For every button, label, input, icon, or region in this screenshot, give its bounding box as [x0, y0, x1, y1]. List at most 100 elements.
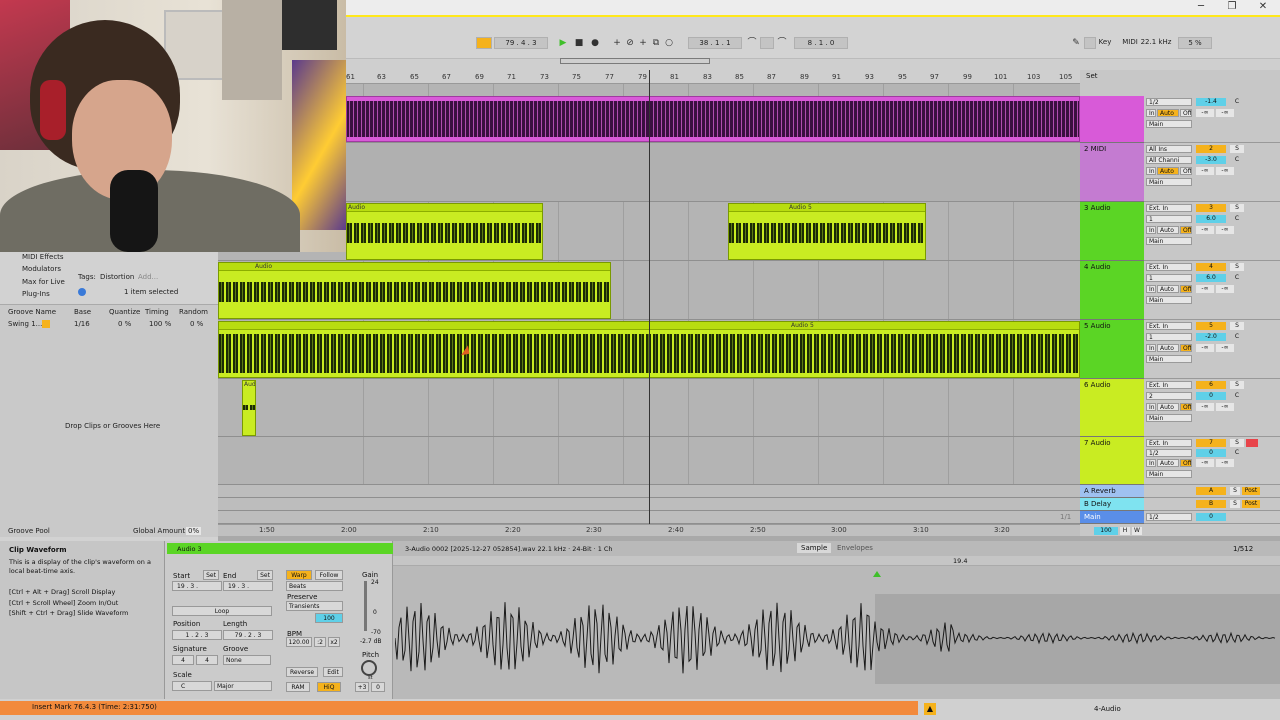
pan-field[interactable]: C — [1230, 392, 1244, 400]
gain-slider[interactable] — [364, 581, 367, 631]
bpm-field[interactable]: 120.00 — [286, 637, 312, 647]
send-b[interactable]: -∞ — [1216, 167, 1234, 175]
reverse-button[interactable]: Reverse — [286, 667, 318, 677]
monitor-auto[interactable]: Auto — [1157, 226, 1179, 234]
groove-base[interactable]: 1/16 — [74, 320, 90, 328]
track-zoom[interactable]: 100 — [1094, 527, 1118, 535]
midi-map-label[interactable]: MIDI — [1120, 37, 1140, 49]
volume-field[interactable]: -3.0 — [1196, 156, 1226, 164]
return-header[interactable]: A Reverb — [1080, 485, 1144, 498]
tab-sample[interactable]: Sample — [797, 543, 832, 553]
monitor-off[interactable]: Off — [1180, 403, 1192, 411]
monitor-auto[interactable]: Auto — [1157, 344, 1179, 352]
global-amount[interactable]: 0% — [186, 527, 202, 535]
height-button[interactable]: H — [1120, 527, 1130, 535]
warp-button[interactable]: Warp — [286, 570, 312, 580]
output-select[interactable]: Main — [1146, 120, 1192, 128]
solo-button[interactable]: S — [1230, 322, 1244, 330]
signature-numerator[interactable]: 4 — [172, 655, 194, 665]
pitch-fine[interactable]: 0 — [371, 682, 385, 692]
preserve-select[interactable]: Transients — [286, 601, 343, 611]
track-activator[interactable]: 3 — [1196, 204, 1226, 212]
loop-button[interactable]: Loop — [172, 606, 272, 616]
input-select[interactable]: Ext. In — [1146, 322, 1192, 330]
track-activator[interactable]: 7 — [1196, 439, 1226, 447]
clip-title-bar[interactable]: Audio 3 — [167, 543, 393, 554]
tag-distortion[interactable]: Distortion — [100, 273, 134, 281]
overdub-icon[interactable]: + — [611, 37, 623, 49]
audio-clip[interactable] — [346, 96, 1080, 142]
monitor-in[interactable]: In — [1146, 109, 1156, 117]
volume-field[interactable]: 0 — [1196, 449, 1226, 457]
groove-random[interactable]: 0 % — [190, 320, 203, 328]
capture-icon[interactable]: + — [637, 37, 649, 49]
pan-field[interactable]: C — [1230, 215, 1244, 223]
return-header[interactable]: B Delay — [1080, 498, 1144, 511]
audio-clip[interactable]: Audio — [218, 262, 611, 319]
track-header[interactable]: 5 Audio — [1080, 320, 1144, 379]
browser-item-plug-ins[interactable]: Plug-Ins — [22, 290, 50, 298]
channel-select[interactable]: 1 — [1146, 333, 1192, 341]
tag-add[interactable]: Add... — [138, 273, 158, 281]
transient-envelope[interactable]: 100 — [315, 613, 343, 623]
scale-root-select[interactable]: C — [172, 681, 212, 691]
send-a[interactable]: -∞ — [1196, 109, 1214, 117]
overview-viewport[interactable] — [560, 58, 710, 64]
arrangement-overview[interactable] — [346, 58, 1280, 70]
output-select[interactable]: Main — [1146, 355, 1192, 363]
position-field[interactable]: 1 . 2 . 3 — [172, 630, 222, 640]
send-b[interactable]: -∞ — [1216, 403, 1234, 411]
monitor-in[interactable]: In — [1146, 403, 1156, 411]
channel-select[interactable]: 1 — [1146, 274, 1192, 282]
send-a[interactable]: -∞ — [1196, 403, 1214, 411]
start-set-button[interactable]: Set — [203, 570, 219, 580]
beat-ruler[interactable]: 61 63 65 67 69 71 73 75 77 79 81 83 85 8… — [346, 70, 1080, 84]
stop-icon[interactable]: ■ — [573, 37, 585, 49]
arrangement-position[interactable]: 79 . 4 . 3 — [494, 37, 548, 49]
scale-mode-select[interactable]: Major — [214, 681, 272, 691]
monitor-off[interactable]: Off — [1180, 226, 1192, 234]
post-button[interactable]: Post — [1242, 487, 1260, 495]
key-map-icon[interactable] — [1084, 37, 1096, 49]
punch-out-icon[interactable]: ⌒ — [776, 37, 788, 49]
monitor-auto[interactable]: Auto — [1157, 285, 1179, 293]
punch-in-icon[interactable]: ⌒ — [746, 37, 758, 49]
track-activator[interactable]: 6 — [1196, 381, 1226, 389]
arm-button[interactable] — [1246, 439, 1258, 447]
input-select[interactable]: Ext. In — [1146, 263, 1192, 271]
send-a[interactable]: -∞ — [1196, 344, 1214, 352]
send-b[interactable]: -∞ — [1216, 344, 1234, 352]
solo-button[interactable]: S — [1230, 204, 1244, 212]
track-header[interactable]: 3 Audio — [1080, 202, 1144, 261]
solo-button[interactable]: S — [1230, 439, 1244, 447]
tab-envelopes[interactable]: Envelopes — [837, 544, 873, 552]
volume-field[interactable]: 0 — [1196, 392, 1226, 400]
loop-toggle[interactable] — [760, 37, 774, 49]
key-map-label[interactable]: Key — [1096, 37, 1114, 49]
monitor-off[interactable]: Off — [1180, 285, 1192, 293]
post-button[interactable]: Post — [1242, 500, 1260, 508]
send-a[interactable]: -∞ — [1196, 167, 1214, 175]
browser-item-max-for-live[interactable]: Max for Live — [22, 278, 65, 286]
pan-field[interactable]: C — [1230, 333, 1244, 341]
main-header[interactable]: Main — [1080, 511, 1144, 524]
monitor-in[interactable]: In — [1146, 459, 1156, 467]
time-ruler[interactable]: 1:50 2:00 2:10 2:20 2:30 2:40 2:50 3:00 … — [218, 524, 1080, 536]
send-b[interactable]: -∞ — [1216, 285, 1234, 293]
input-select[interactable]: Ext. In — [1146, 439, 1192, 447]
pan-field[interactable]: C — [1230, 156, 1244, 164]
overview-toggle-icon[interactable]: ▲ — [924, 703, 936, 715]
automation-arm-icon[interactable]: ⊘ — [624, 37, 636, 49]
draw-mode-icon[interactable]: ✎ — [1070, 37, 1082, 49]
record-icon[interactable]: ● — [589, 37, 601, 49]
browser-item-midi-effects[interactable]: MIDI Effects — [22, 253, 64, 261]
groove-hot-swap[interactable] — [42, 320, 50, 328]
monitor-off[interactable]: Off — [1180, 109, 1192, 117]
track-header[interactable]: 4 Audio — [1080, 261, 1144, 320]
restore-button[interactable]: ❐ — [1221, 1, 1243, 12]
send-a[interactable]: -∞ — [1196, 226, 1214, 234]
track-activator[interactable]: B — [1196, 500, 1226, 508]
monitor-off[interactable]: Off — [1180, 167, 1192, 175]
input-select[interactable]: Ext. In — [1146, 381, 1192, 389]
solo-button[interactable]: S — [1230, 500, 1240, 508]
